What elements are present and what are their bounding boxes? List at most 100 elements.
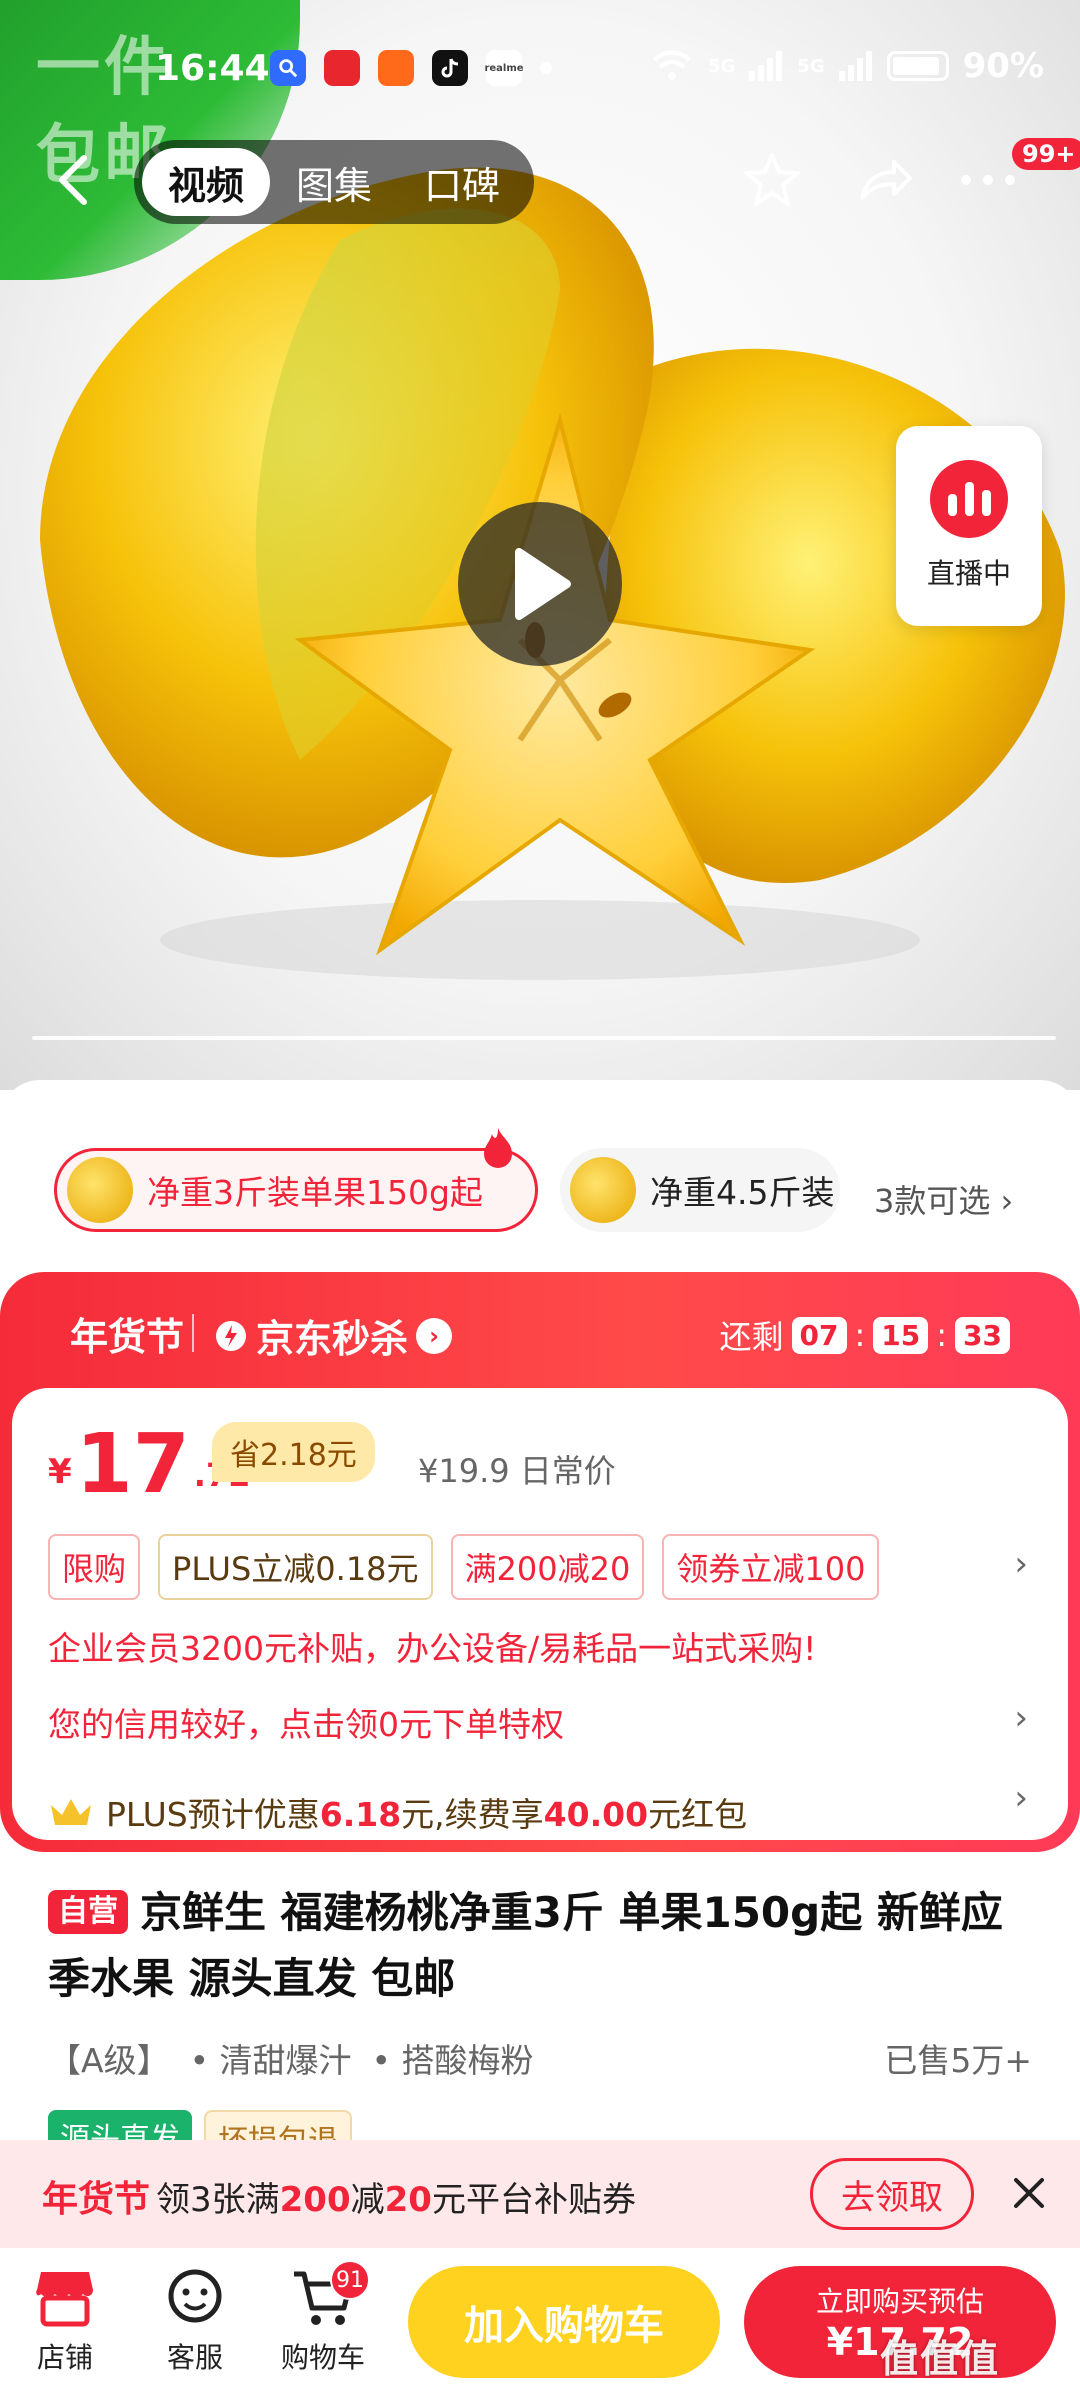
media-tabs: 视频 图集 口碑 (134, 140, 534, 224)
tab-gallery[interactable]: 图集 (270, 148, 398, 216)
status-bar: 16:44 realme 5G 5G 90% (0, 40, 1080, 104)
shop-label: 店铺 (36, 2341, 93, 2374)
self-operated-badge: 自营 (48, 1890, 128, 1934)
product-attributes: 【A级】 • 清甜爆汁 • 搭酸梅粉 (48, 2034, 534, 2082)
sku-option[interactable]: 净重4.5斤装 (560, 1148, 840, 1232)
chevron-right-icon[interactable]: › (1014, 1778, 1028, 1818)
tmall-app-icon (324, 50, 360, 86)
sku-thumbnail (67, 1157, 133, 1223)
promo-tag: PLUS立减0.18元 (158, 1534, 433, 1600)
status-app-icons: realme (270, 50, 552, 86)
plus-redpack-amount: 40.00 (543, 1795, 649, 1834)
back-arrow-icon (59, 155, 87, 205)
product-title-text: 京鲜生 福建杨桃净重3斤 单果150g起 新鲜应季水果 源头直发 包邮 (48, 1888, 1003, 2003)
cart-label: 购物车 (280, 2341, 365, 2374)
grade-label: 【A级】 (48, 2041, 170, 2080)
plus-benefit-row[interactable]: PLUS预计优惠6.18元,续费享40.00元红包 (48, 1788, 747, 1836)
realme-app-icon: realme (484, 50, 524, 86)
product-title: 自营 京鲜生 福建杨桃净重3斤 单果150g起 新鲜应季水果 源头直发 包邮 (48, 1880, 1038, 2012)
festival-logo: 年货节 (70, 1314, 185, 1359)
battery-icon (886, 51, 949, 81)
chat-icon (168, 2269, 222, 2323)
countdown-timer: 还剩 07 : 15 : 33 (720, 1312, 1010, 1358)
close-icon (1014, 2178, 1044, 2208)
message-count-badge: 99+ (1012, 138, 1080, 170)
sku-thumbnail (570, 1157, 636, 1223)
more-skus-link[interactable]: 3款可选 › (874, 1176, 1013, 1222)
signal1-icon (749, 51, 783, 81)
promo-tags[interactable]: 限购 PLUS立减0.18元 满200减20 领券立减100 (48, 1534, 880, 1600)
credit-privilege-text[interactable]: 您的信用较好，点击领0元下单特权 (48, 1698, 564, 1746)
promo-tag: 满200减20 (450, 1534, 645, 1600)
plus-suffix: 元红包 (648, 1795, 748, 1834)
countdown-hours: 07 (791, 1316, 847, 1354)
plus-mid: 元,续费享 (401, 1795, 544, 1834)
star-icon (744, 153, 800, 206)
sku-option-label: 净重4.5斤装 (650, 1173, 835, 1212)
chevron-right-icon[interactable]: › (1014, 1544, 1028, 1584)
sold-count: 已售5万+ (884, 2041, 1032, 2080)
share-icon (860, 160, 912, 200)
flash-sale-header[interactable]: 年货节 京东秒杀 › 还剩 07 : 15 : 33 (0, 1272, 1080, 1388)
play-video-button[interactable] (458, 502, 622, 666)
shop-icon (36, 2272, 93, 2327)
countdown-minutes: 15 (873, 1316, 929, 1354)
customer-service-button[interactable]: 客服 (140, 2268, 250, 2376)
buy-now-label: 立即购买预估 (815, 2285, 984, 2318)
remaining-label: 还剩 (719, 1318, 784, 1356)
attribute-item: • 搭酸梅粉 (371, 2041, 534, 2080)
coupon-text: 领3张满200减20元平台补贴券 (156, 2180, 636, 2220)
back-button[interactable] (50, 150, 100, 210)
promo-tag: 领券立减100 (662, 1534, 880, 1600)
festival-logo: 年货节 (42, 2178, 151, 2220)
price-integer: 17 (75, 1417, 190, 1512)
promo-tag: 限购 (48, 1534, 141, 1600)
jd-flash-sale-logo: 京东秒杀 › (214, 1308, 453, 1363)
jd-flash-sale-text: 京东秒杀 (256, 1317, 409, 1361)
price-symbol: ¥ (48, 1452, 72, 1492)
close-banner-button[interactable] (1004, 2168, 1054, 2218)
more-button[interactable] (956, 148, 1020, 212)
shop-button[interactable]: 店铺 (10, 2268, 120, 2376)
enterprise-subsidy-text[interactable]: 企业会员3200元补贴，办公设备/易耗品一站式采购! (48, 1622, 816, 1670)
crown-icon (51, 1799, 91, 1825)
reader-app-icon (378, 50, 414, 86)
net2-label: 5G (797, 55, 825, 77)
live-stream-entry[interactable]: 直播中 (896, 426, 1042, 626)
tab-video[interactable]: 视频 (142, 148, 270, 216)
signal2-icon (838, 51, 872, 81)
chevron-right-icon[interactable]: › (1014, 1698, 1028, 1738)
service-label: 客服 (166, 2341, 223, 2374)
price-panel: ¥ 17 .72 省2.18元 ¥19.9 日常价 限购 PLUS立减0.18元… (12, 1388, 1068, 1840)
share-button[interactable] (852, 148, 916, 212)
net1-label: 5G (707, 55, 736, 77)
more-notifications-dot (540, 62, 552, 74)
status-time: 16:44 (155, 48, 270, 89)
add-to-cart-button[interactable]: 加入购物车 (408, 2266, 720, 2378)
site-watermark: 值值值 zhizhizhi.com (880, 2337, 1001, 2400)
hot-flame-icon (484, 1128, 512, 1168)
sku-option-selected[interactable]: 净重3斤装单果150g起 (54, 1148, 538, 1232)
battery-percent: 90% (962, 46, 1044, 86)
search-app-icon (270, 50, 306, 86)
more-dots-icon (961, 175, 1015, 185)
countdown-seconds: 33 (955, 1316, 1010, 1354)
header-divider (192, 1314, 194, 1352)
image-progress-line (32, 1036, 1056, 1040)
status-right: 5G 5G 90% (650, 46, 1044, 86)
live-label: 直播中 (926, 557, 1011, 590)
plus-prefix: PLUS预计优惠 (106, 1795, 320, 1834)
jd-logo-icon (216, 1320, 246, 1351)
wifi-icon (652, 50, 692, 80)
flash-sale-card: 年货节 京东秒杀 › 还剩 07 : 15 : 33 ¥ 17 .72 省2.1… (0, 1272, 1080, 1852)
cart-count-badge: 91 (330, 2260, 370, 2300)
claim-coupon-button[interactable]: 去领取 (810, 2158, 974, 2230)
tab-reviews[interactable]: 口碑 (398, 148, 526, 216)
tiktok-app-icon (432, 50, 468, 86)
daily-price: ¥19.9 日常价 (418, 1452, 616, 1490)
play-icon (515, 548, 571, 620)
chevron-right-icon: › (416, 1317, 453, 1354)
favorite-button[interactable] (740, 148, 804, 212)
coupon-banner: 年货节 领3张满200减20元平台补贴券 去领取 (0, 2140, 1080, 2248)
live-bars-icon (930, 460, 1008, 538)
